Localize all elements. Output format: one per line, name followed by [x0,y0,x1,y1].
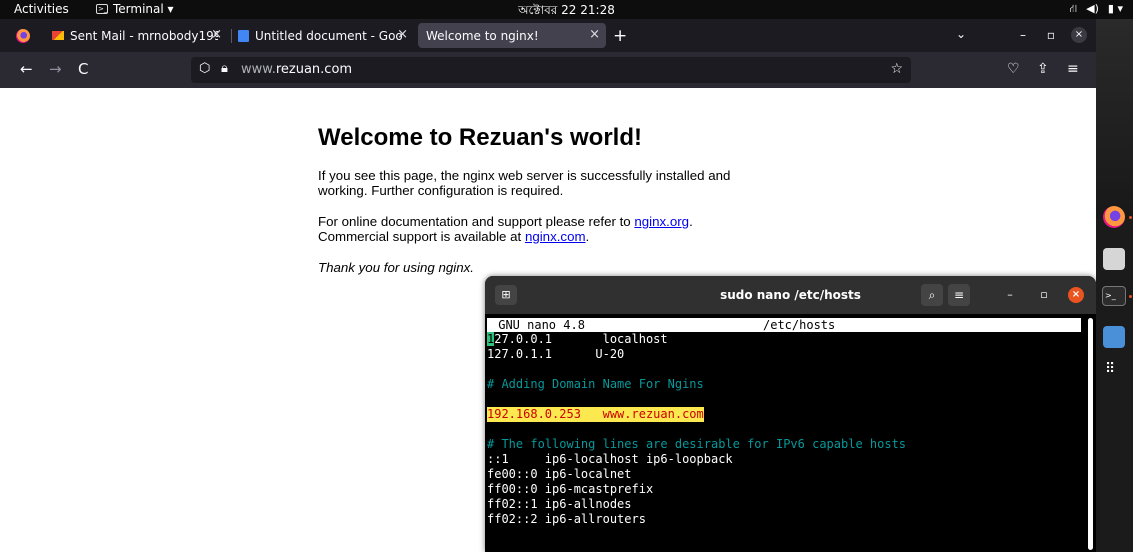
tab-title: Sent Mail - mrnobody199 [70,28,218,43]
navigation-bar: ← → C ⬡ 🔒︎ www.rezuan.com ☆ ♡ ⇪ ≡ [0,52,1096,88]
running-indicator [1129,216,1132,219]
terminal-body[interactable]: GNU nano 4.8/etc/hosts 127.0.0.1 localho… [485,314,1096,552]
bookmark-star-icon[interactable]: ☆ [890,61,903,77]
nginx-com-link[interactable]: nginx.com [525,229,586,244]
hamburger-menu-icon[interactable]: ≡ [948,284,970,306]
support-text: For online documentation and support ple… [318,214,635,229]
hosts-line: 127.0.1.1 U-20 [487,347,625,361]
dock-terminal-icon[interactable]: >_ [1102,286,1126,306]
tab-close-button[interactable]: × [397,27,408,42]
running-indicator [1129,295,1132,298]
docs-icon [238,29,249,42]
hosts-line: ff02::1 ip6-allnodes [487,497,632,511]
terminal-header: ⊞ sudo nano /etc/hosts ⌕ ≡ – ▫ × [485,276,1096,314]
url-host: rezuan.com [275,62,353,77]
support-text-dot: . [689,214,693,229]
dock-firefox-icon[interactable] [1103,206,1125,228]
gmail-icon [52,31,64,40]
hosts-comment: # The following lines are desirable for … [487,437,907,451]
system-tray[interactable]: ⛙ ◀) ▮ ▾ [1069,2,1123,17]
tab-separator [231,29,232,43]
minimize-button[interactable]: – [1002,287,1018,303]
new-tab-button[interactable]: + [613,26,627,46]
hosts-line: 127.0.0.1 localhost [487,332,668,347]
close-button[interactable]: × [1071,27,1087,43]
maximize-button[interactable]: ▫ [1043,27,1059,43]
terminal-window[interactable]: ⊞ sudo nano /etc/hosts ⌕ ≡ – ▫ × GNU nan… [485,276,1096,552]
power-icon: ▮ ▾ [1107,2,1123,15]
page-heading: Welcome to Rezuan's world! [318,124,642,151]
hosts-comment: # Adding Domain Name For Ngins [487,377,704,391]
desktop-background [1096,19,1133,219]
minimize-button[interactable]: – [1015,27,1031,43]
dock: >_ ⠿ [1096,19,1133,552]
tracking-shield-icon[interactable]: ⬡ [199,61,210,76]
tab-bar: Sent Mail - mrnobody199 × Untitled docum… [0,19,1096,52]
thanks-text: Thank you for using nginx. [318,260,474,275]
url-prefix: www. [241,62,276,77]
url-text[interactable]: www.rezuan.com [241,62,352,77]
hosts-line: ::1 ip6-localhost ip6-loopback [487,452,733,466]
firefox-logo-icon [16,29,30,43]
hosts-line: fe00::0 ip6-localnet [487,467,632,481]
pocket-icon[interactable]: ♡ [1007,61,1020,77]
hosts-line-text: 27.0.0.1 localhost [494,332,668,346]
forward-button[interactable]: → [49,61,62,77]
hosts-line: ff00::0 ip6-mcastprefix [487,482,654,496]
menu-icon[interactable]: ≡ [1067,61,1079,77]
commercial-text: Commercial support is available at [318,229,525,244]
tab-list-chevron-icon[interactable]: ⌄ [956,27,966,41]
commercial-text-dot: . [585,229,590,244]
tab-google-docs[interactable]: Untitled document - Goo × [238,23,414,48]
show-apps-grid-icon[interactable]: ⠿ [1105,361,1123,379]
search-icon[interactable]: ⌕ [921,284,943,306]
reload-button[interactable]: C [78,61,88,77]
back-button[interactable]: ← [20,61,33,77]
network-icon: ⛙ [1069,2,1078,15]
tab-nginx[interactable]: Welcome to nginx! × [418,23,606,48]
tab-title: Untitled document - Goo [255,28,403,43]
dock-files-icon[interactable] [1103,248,1125,270]
hosts-line: ff02::2 ip6-allrouters [487,512,646,526]
extensions-icon[interactable]: ⇪ [1037,61,1049,77]
support-paragraph: For online documentation and support ple… [318,214,758,244]
tab-title: Welcome to nginx! [426,28,539,43]
close-button[interactable]: × [1068,287,1084,303]
nano-version: GNU nano 4.8 [491,318,585,332]
nano-title-bar: GNU nano 4.8/etc/hosts [487,318,1081,332]
dock-text-editor-icon[interactable] [1103,326,1125,348]
hosts-line-highlighted: 192.168.0.253 www.rezuan.com [487,407,704,422]
lock-icon[interactable]: 🔒︎ [221,61,228,76]
tab-close-button[interactable]: × [211,27,222,42]
nginx-org-link[interactable]: nginx.org [634,214,689,229]
volume-icon: ◀) [1086,2,1099,15]
terminal-scrollbar[interactable] [1088,318,1093,550]
url-bar[interactable]: ⬡ 🔒︎ www.rezuan.com ☆ [191,57,911,83]
nano-filename: /etc/hosts [763,318,836,332]
tab-gmail[interactable]: Sent Mail - mrnobody199 × [52,23,228,48]
maximize-button[interactable]: ▫ [1036,287,1052,303]
intro-paragraph: If you see this page, the nginx web serv… [318,168,731,198]
top-bar: Activities >_ Terminal ▾ অক্টোবর 22 21:2… [0,0,1133,19]
tab-close-button[interactable]: × [589,27,600,42]
